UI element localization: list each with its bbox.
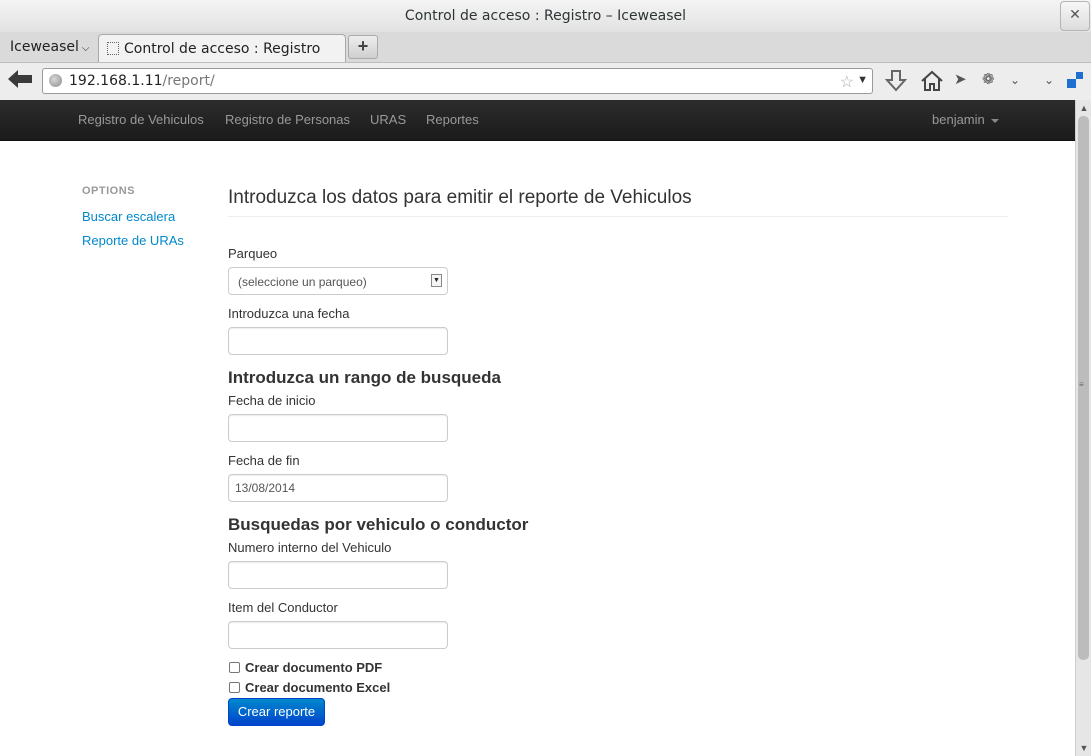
parqueo-selected-value: (seleccione un parqueo) [238, 275, 367, 289]
fecha-inicio-input[interactable] [228, 414, 448, 442]
back-arrow-icon [8, 70, 32, 88]
parqueo-select[interactable]: (seleccione un parqueo) ▼ [228, 267, 448, 295]
user-menu[interactable]: benjamin [932, 112, 999, 127]
tab-strip: Iceweasel ⌵ Control de acceso : Registro … [0, 32, 1091, 62]
item-conductor-input[interactable] [228, 621, 448, 649]
bug-icon[interactable]: ❁ [982, 70, 995, 88]
extension-icon[interactable] [1066, 71, 1084, 94]
fecha-input[interactable] [228, 327, 448, 355]
scroll-up-icon[interactable]: ▲ [1078, 102, 1090, 114]
back-button[interactable] [6, 69, 34, 93]
url-history-dropdown-icon[interactable]: ▼ [857, 74, 868, 86]
browser-tab[interactable]: Control de acceso : Registro [98, 34, 346, 62]
numero-interno-label: Numero interno del Vehiculo [228, 540, 392, 555]
sidebar-link-reporte-uras[interactable]: Reporte de URAs [82, 233, 184, 248]
fecha-label: Introduzca una fecha [228, 306, 350, 321]
new-tab-button[interactable]: + [348, 35, 378, 59]
pdf-checkbox-label: Crear documento PDF [245, 660, 383, 675]
download-icon[interactable] [884, 70, 908, 97]
nav-registro-personas[interactable]: Registro de Personas [225, 112, 350, 127]
chevron-down-icon: ⌵ [81, 43, 90, 54]
url-bar[interactable]: 192.168.1.11/report/ ☆ ▼ [42, 68, 873, 94]
sidebar-link-buscar-escalera[interactable]: Buscar escalera [82, 209, 175, 224]
heading-divider [228, 216, 1008, 217]
excel-checkbox[interactable] [229, 682, 240, 693]
page-favicon-icon [107, 42, 119, 55]
url-path: /report/ [162, 73, 215, 89]
fecha-fin-label: Fecha de fin [228, 453, 300, 468]
chevron-down-icon[interactable]: ⌄ [1010, 73, 1020, 87]
item-conductor-label: Item del Conductor [228, 600, 338, 615]
nav-reportes[interactable]: Reportes [426, 112, 479, 127]
url-host: 192.168.1.11 [69, 73, 163, 89]
window-title: Control de acceso : Registro – Iceweasel [404, 8, 687, 24]
site-navbar: Registro de Vehiculos Registro de Person… [0, 100, 1075, 141]
rango-section-title: Introduzca un rango de busqueda [228, 368, 501, 387]
browser-toolbar: 192.168.1.11/report/ ☆ ▼ ➤ ❁ ⌄ ⌄ [0, 62, 1091, 101]
nav-uras[interactable]: URAS [370, 112, 406, 127]
bookmark-star-icon[interactable]: ☆ [840, 72, 854, 92]
scrollbar-grip-icon: ≡ [1079, 380, 1084, 389]
window-titlebar: Control de acceso : Registro – Iceweasel… [0, 0, 1091, 33]
home-icon[interactable] [920, 70, 944, 97]
send-icon[interactable]: ➤ [954, 70, 967, 88]
nav-registro-vehiculos[interactable]: Registro de Vehiculos [78, 112, 204, 127]
scroll-down-icon[interactable]: ▼ [1078, 742, 1090, 754]
sidebar-header: OPTIONS [82, 185, 136, 197]
crear-reporte-button[interactable]: Crear reporte [228, 698, 325, 726]
url-text[interactable]: 192.168.1.11/report/ [69, 73, 215, 89]
pdf-checkbox[interactable] [229, 662, 240, 673]
numero-interno-input[interactable] [228, 561, 448, 589]
dropdown-arrow-icon: ▼ [431, 274, 442, 287]
fecha-fin-input[interactable] [228, 474, 448, 502]
user-name: benjamin [932, 112, 985, 127]
vertical-scrollbar[interactable]: ▲ ≡ ▼ [1075, 100, 1091, 756]
app-menu-label: Iceweasel [10, 39, 79, 55]
fecha-inicio-label: Fecha de inicio [228, 393, 316, 408]
busquedas-section-title: Busquedas por vehiculo o conductor [228, 515, 529, 534]
window-close-button[interactable]: ✕ [1060, 1, 1090, 31]
menu-chevron-icon[interactable]: ⌄ [1044, 73, 1054, 87]
tab-title: Control de acceso : Registro [124, 41, 321, 57]
caret-down-icon [990, 118, 999, 123]
page-title: Introduzca los datos para emitir el repo… [228, 187, 692, 208]
parqueo-label: Parqueo [228, 246, 278, 261]
excel-checkbox-label: Crear documento Excel [245, 680, 391, 695]
app-menu-button[interactable]: Iceweasel ⌵ [10, 39, 89, 55]
globe-icon [49, 74, 62, 87]
